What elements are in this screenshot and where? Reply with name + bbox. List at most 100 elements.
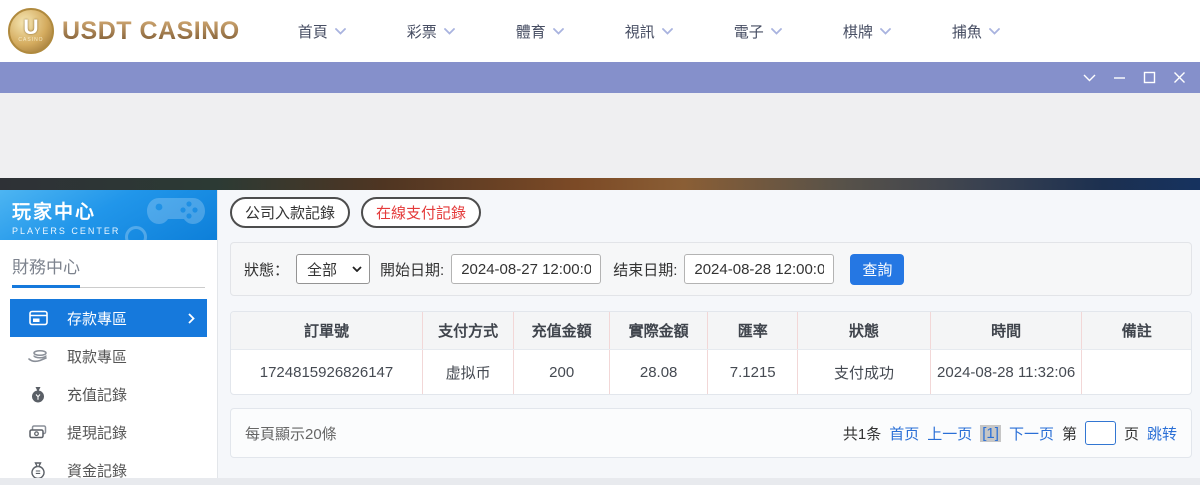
brand-logo[interactable]: U CASINO USDT CASINO [8,8,240,54]
sidebar-header: 玩家中心 PLAYERS CENTER [0,190,217,240]
status-select-value: 全部 [307,259,337,280]
first-page-link[interactable]: 首页 [889,423,919,444]
nav-item-label: 首頁 [298,21,328,42]
sidebar-menu: 存款專區 取款專區 充值記錄 [10,299,207,478]
start-date-input[interactable] [451,254,601,284]
nav-item-label: 體育 [516,21,546,42]
banner-area [0,93,1200,178]
brand-name: USDT CASINO [62,17,240,46]
sidebar-section-title: 財務中心 [12,253,205,278]
chevron-down-icon [662,28,673,35]
sidebar-item-withdraw[interactable]: 取款專區 [10,337,207,375]
withdraw-hand-icon [28,349,48,363]
nav-item[interactable]: 捕魚 [952,21,1000,42]
chevron-down-icon [880,28,891,35]
start-date-label: 開始日期: [380,259,444,280]
current-page-indicator: [1] [980,425,1001,442]
jump-prefix-label: 第 [1062,423,1077,444]
chevron-down-icon [444,28,455,35]
cash-notes-icon [28,425,48,439]
funds-bag-icon [28,462,48,479]
status-select[interactable]: 全部 [296,254,370,284]
sidebar-item-label: 存款專區 [67,308,127,329]
cell-remark [1082,350,1191,394]
table-header-cell: 訂單號 [231,312,423,349]
sidebar-item-deposit[interactable]: 存款專區 [10,299,207,337]
prev-page-link[interactable]: 上一页 [927,423,972,444]
minimize-icon[interactable] [1113,71,1126,84]
chevron-down-icon [771,28,782,35]
chevron-down-icon [989,28,1000,35]
coin-caption: CASINO [18,37,43,43]
table-header-cell: 充值金額 [514,312,610,349]
sidebar-item-label: 充值記錄 [67,384,127,405]
banner-bottom-edge [0,178,1200,190]
query-button[interactable]: 查詢 [850,254,904,285]
sidebar-item-withdrawal-records[interactable]: 提現記錄 [10,413,207,451]
chevron-down-icon [553,28,564,35]
end-date-label: 结束日期: [613,259,677,280]
table-header-cell: 狀態 [798,312,930,349]
nav-item[interactable]: 視訊 [625,21,673,42]
chevron-down-icon[interactable] [1083,74,1096,82]
nav-item-label: 棋牌 [843,21,873,42]
pagination-bar: 每頁顯示20條 共1条 首页 上一页 [1] 下一页 第 页 跳转 [230,408,1192,458]
pager: 共1条 首页 上一页 [1] 下一页 第 页 跳转 [843,421,1177,445]
coin-logo-icon: U CASINO [8,8,54,54]
cell-time: 2024-08-28 11:32:06 [931,350,1083,394]
table-header-cell: 實際金額 [610,312,708,349]
nav-item-label: 電子 [734,21,764,42]
table-header-cell: 支付方式 [423,312,514,349]
table-row: 1724815926826147 虚拟币 200 28.08 7.1215 支付… [231,350,1191,394]
total-count-text: 共1条 [843,423,881,444]
cell-status: 支付成功 [798,350,930,394]
cell-actual-amount: 28.08 [610,350,708,394]
main-panel: 公司入款記錄 在線支付記錄 狀態： 全部 開始日期: 结束日期: 查詢 訂單號支… [218,190,1200,478]
app-window: U CASINO USDT CASINO 首頁 彩票 體育 [0,0,1200,485]
table-header-cell: 匯率 [708,312,798,349]
gamepad-icon [145,194,207,234]
cell-recharge-amount: 200 [514,350,610,394]
chevron-down-icon [335,28,346,35]
table-header-row: 訂單號支付方式充值金額實際金額匯率狀態時間備註 [231,312,1191,350]
main-nav: 首頁 彩票 體育 視訊 電子 [298,21,1000,42]
sidebar-item-label: 取款專區 [67,346,127,367]
chevron-down-icon [352,266,362,272]
moneybag-icon [28,386,48,403]
page-jump-input[interactable] [1085,421,1116,445]
nav-item-label: 彩票 [407,21,437,42]
coin-letter: U [23,19,38,37]
nav-item[interactable]: 電子 [734,21,782,42]
table-header-cell: 備註 [1082,312,1191,349]
records-table: 訂單號支付方式充值金額實際金額匯率狀態時間備註 1724815926826147… [230,311,1192,395]
cell-payment-method: 虚拟币 [423,350,514,394]
record-tabs: 公司入款記錄 在線支付記錄 [230,197,1192,228]
table-header-cell: 時間 [931,312,1083,349]
status-label: 狀態： [244,259,289,280]
sidebar-item-funds-records[interactable]: 資金記錄 [10,451,207,478]
deposit-card-icon [28,310,48,326]
sidebar: 玩家中心 PLAYERS CENTER 財務中心 [0,190,218,478]
tab-online-payment-records[interactable]: 在線支付記錄 [361,197,481,228]
maximize-icon[interactable] [1143,71,1156,84]
next-page-link[interactable]: 下一页 [1009,423,1054,444]
page-size-text: 每頁顯示20條 [245,423,337,444]
nav-item[interactable]: 首頁 [298,21,346,42]
cell-exchange-rate: 7.1215 [708,350,798,394]
nav-item-label: 捕魚 [952,21,982,42]
close-icon[interactable] [1173,71,1186,84]
nav-item[interactable]: 棋牌 [843,21,891,42]
sidebar-item-recharge-records[interactable]: 充值記錄 [10,375,207,413]
chevron-right-icon [188,313,195,324]
window-titlebar [0,62,1200,93]
tab-company-deposit-records[interactable]: 公司入款記錄 [230,197,350,228]
jump-button[interactable]: 跳转 [1147,423,1177,444]
nav-item-label: 視訊 [625,21,655,42]
page-bottom-strip [0,478,1200,485]
sidebar-item-label: 提現記錄 [67,422,127,443]
end-date-input[interactable] [684,254,834,284]
top-header: U CASINO USDT CASINO 首頁 彩票 體育 [0,0,1200,62]
nav-item[interactable]: 彩票 [407,21,455,42]
nav-item[interactable]: 體育 [516,21,564,42]
cell-order-id: 1724815926826147 [231,350,423,394]
